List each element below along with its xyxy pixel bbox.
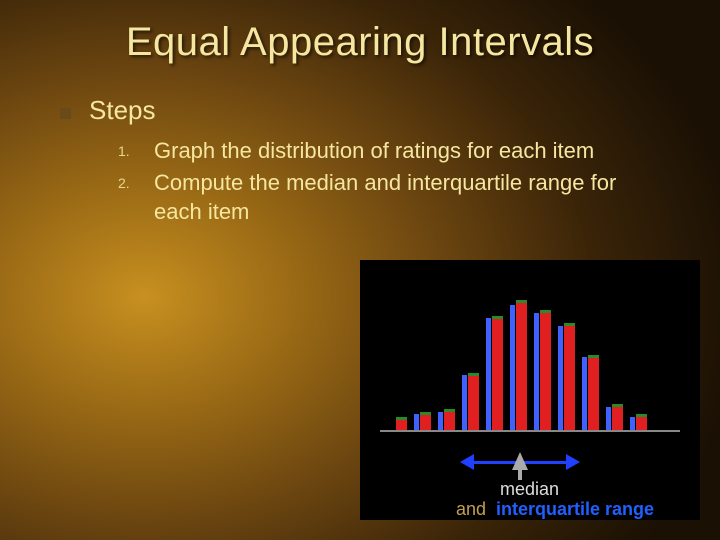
bar-series-a xyxy=(558,326,563,430)
bar-group xyxy=(630,414,647,430)
step-text: Graph the distribution of ratings for ea… xyxy=(154,136,594,166)
list-item: 1. Graph the distribution of ratings for… xyxy=(118,136,660,166)
bar-series-a xyxy=(414,414,419,430)
bar-series-a xyxy=(630,417,635,430)
iqr-label: interquartile range xyxy=(496,499,654,520)
list-item: 2. Compute the median and interquartile … xyxy=(118,168,660,227)
bar-group xyxy=(510,300,527,430)
step-text: Compute the median and interquartile ran… xyxy=(154,168,660,227)
bar-series-a xyxy=(534,313,539,430)
bar-series-b xyxy=(540,310,551,430)
iqr-arrow-right-icon xyxy=(566,454,580,470)
bar-group xyxy=(438,409,455,430)
bullet-icon xyxy=(60,108,71,119)
bar-group xyxy=(390,417,407,430)
content-area: Steps 1. Graph the distribution of ratin… xyxy=(0,65,720,227)
bar-series-a xyxy=(510,305,515,430)
bar-series-b xyxy=(444,409,455,430)
bar-series-b xyxy=(516,300,527,430)
bar-series-b xyxy=(636,414,647,430)
step-number: 1. xyxy=(118,136,136,166)
median-label: median xyxy=(500,479,559,500)
chart-bars xyxy=(390,280,670,430)
bar-series-a xyxy=(582,357,587,430)
bar-series-b xyxy=(396,417,407,430)
bar-group xyxy=(582,355,599,430)
section-label: Steps xyxy=(89,95,156,126)
steps-list: 1. Graph the distribution of ratings for… xyxy=(60,136,660,227)
bar-series-a xyxy=(606,407,611,430)
bar-group xyxy=(462,373,479,430)
bar-series-a xyxy=(438,412,443,430)
x-axis xyxy=(380,430,680,432)
bar-group xyxy=(534,310,551,430)
bar-series-b xyxy=(468,373,479,430)
bar-series-a xyxy=(462,375,467,430)
bar-group xyxy=(558,323,575,430)
median-arrow-stem xyxy=(518,466,522,480)
bar-series-b xyxy=(564,323,575,430)
bar-series-b xyxy=(588,355,599,430)
chart-panel: median and interquartile range xyxy=(360,260,700,520)
and-label: and xyxy=(456,499,486,520)
bar-group xyxy=(414,412,431,430)
bar-group xyxy=(606,404,623,430)
bar-series-b xyxy=(612,404,623,430)
bar-group xyxy=(486,316,503,430)
bar-series-a xyxy=(486,318,491,430)
bar-series-b xyxy=(420,412,431,430)
section-row: Steps xyxy=(60,95,660,126)
step-number: 2. xyxy=(118,168,136,227)
slide-title: Equal Appearing Intervals xyxy=(0,0,720,65)
bar-series-b xyxy=(492,316,503,430)
